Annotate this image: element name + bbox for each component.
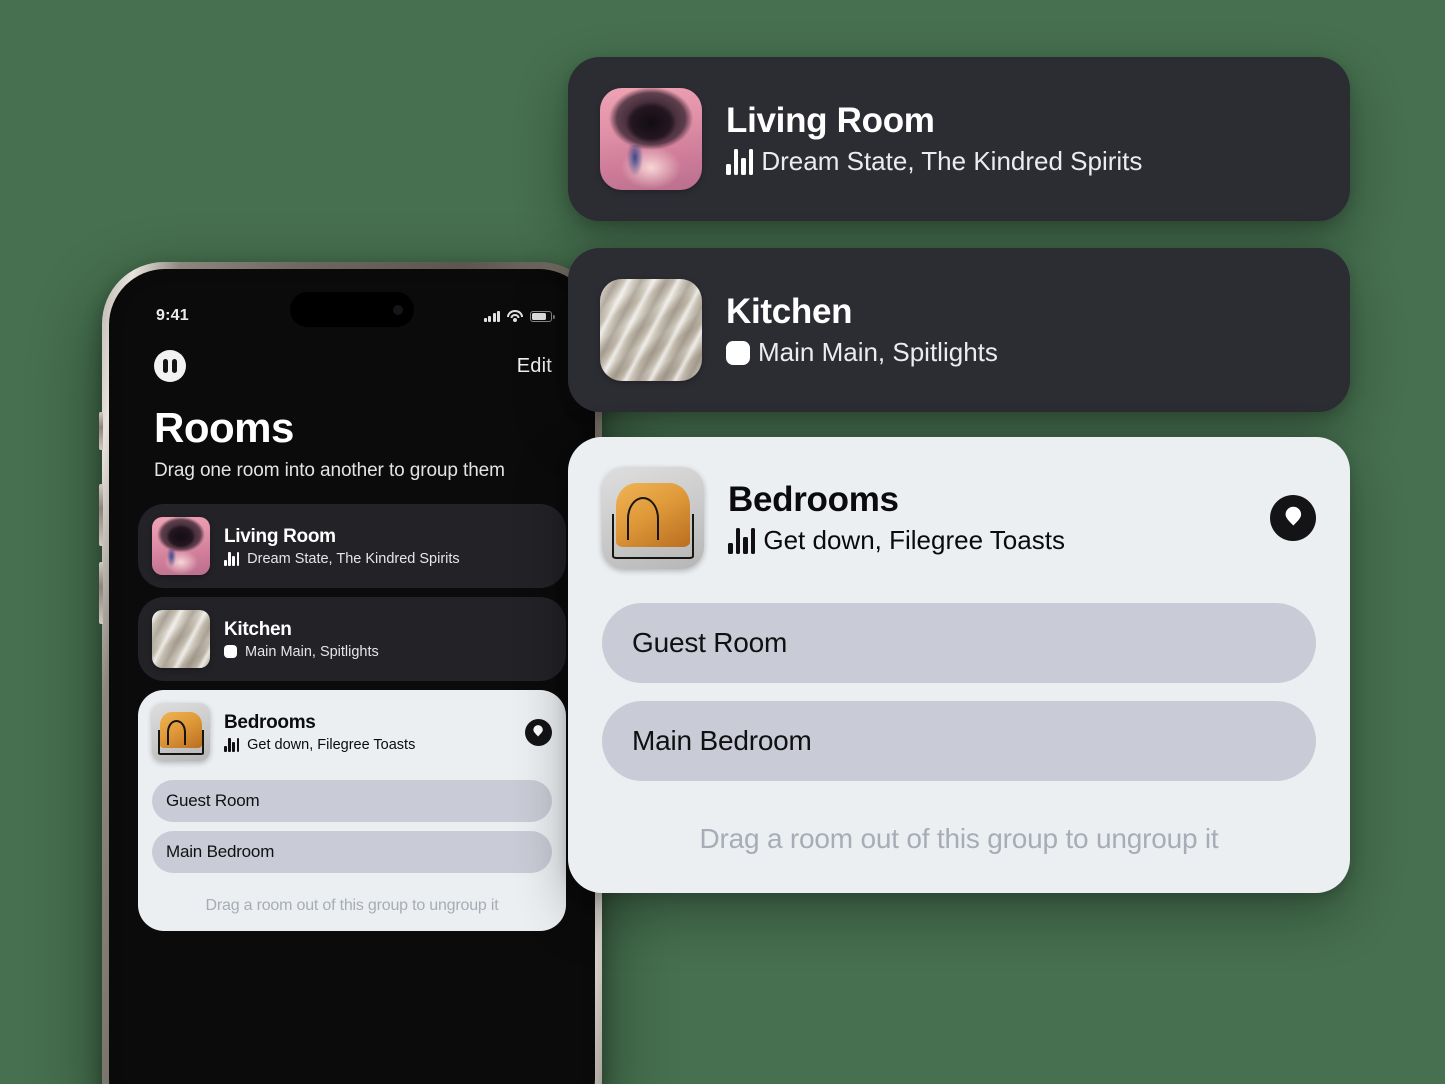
squircle-icon [726, 340, 750, 365]
room-card-text: Kitchen Main Main, Spitlights [224, 619, 552, 660]
phone-volume-up-button[interactable] [99, 484, 103, 546]
sonos-logo-icon[interactable] [154, 350, 186, 382]
toast-rack-shape [157, 720, 205, 756]
equalizer-icon [224, 737, 240, 752]
now-playing-text: Get down, Filegree Toasts [763, 525, 1065, 555]
album-art-kitchen [600, 279, 702, 381]
album-art-bedrooms [152, 703, 210, 761]
toast-rack-shape [612, 496, 694, 559]
group-member-label: Guest Room [632, 627, 788, 658]
phone-frame: 9:41 Edit Rooms Drag one room into anoth… [99, 262, 605, 1084]
page-title: Rooms [154, 404, 294, 451]
app-navigation-bar: Edit [122, 336, 582, 382]
room-name: Bedrooms [728, 480, 899, 519]
detail-card-living-room[interactable]: Living Room Dream State, The Kindred Spi… [568, 57, 1350, 221]
detail-card-kitchen[interactable]: Kitchen Main Main, Spitlights [568, 248, 1350, 412]
equalizer-icon [224, 551, 240, 566]
page-subtitle: Drag one room into another to group them [154, 460, 505, 481]
now-playing-row: Get down, Filegree Toasts [728, 525, 1246, 556]
cellular-signal-icon [483, 310, 500, 322]
group-member-list: Guest Room Main Bedroom [152, 780, 552, 873]
room-name: Living Room [726, 101, 935, 140]
room-card-text: Living Room Dream State, The Kindred Spi… [726, 101, 1318, 177]
status-time: 9:41 [156, 307, 189, 324]
status-indicators [483, 310, 555, 322]
room-list: Living Room Dream State, The Kindred Spi… [122, 482, 582, 931]
room-card-header: Living Room Dream State, The Kindred Spi… [152, 517, 552, 575]
now-playing-row: Main Main, Spitlights [224, 644, 552, 660]
room-name: Bedrooms [224, 711, 316, 733]
album-art-living-room [600, 88, 702, 190]
room-name: Living Room [224, 525, 336, 547]
now-playing-row: Dream State, The Kindred Spirits [224, 551, 552, 567]
album-art-living-room [152, 517, 210, 575]
room-card-header: Bedrooms Get down, Filegree Toasts [602, 467, 1316, 569]
room-card-header: Bedrooms Get down, Filegree Toasts [152, 703, 552, 761]
group-member-label: Main Bedroom [166, 842, 275, 861]
group-member-label: Main Bedroom [632, 725, 812, 756]
phone-volume-down-button[interactable] [99, 562, 103, 624]
room-card-text: Kitchen Main Main, Spitlights [726, 292, 1318, 368]
group-ungroup-hint: Drag a room out of this group to ungroup… [699, 823, 1219, 854]
now-playing-row: Get down, Filegree Toasts [224, 737, 511, 753]
now-playing-row: Main Main, Spitlights [726, 337, 1318, 368]
room-card-text: Bedrooms Get down, Filegree Toasts [728, 480, 1246, 556]
group-member-list: Guest Room Main Bedroom [602, 603, 1316, 781]
room-card-header: Living Room Dream State, The Kindred Spi… [600, 88, 1318, 190]
dynamic-island [290, 292, 414, 327]
phone-mockup: 9:41 Edit Rooms Drag one room into anoth… [99, 262, 605, 1084]
battery-icon [530, 310, 555, 322]
list-item[interactable]: Guest Room [152, 780, 552, 822]
front-camera-icon [393, 304, 403, 315]
room-name: Kitchen [726, 292, 853, 331]
phone-action-button[interactable] [99, 412, 103, 450]
now-playing-text: Dream State, The Kindred Spirits [247, 550, 460, 567]
equalizer-icon [726, 148, 754, 175]
phone-bezel: 9:41 Edit Rooms Drag one room into anoth… [109, 269, 595, 1084]
group-ungroup-hint: Drag a room out of this group to ungroup… [205, 897, 499, 914]
edit-button[interactable]: Edit [517, 355, 552, 378]
status-bar: 9:41 [122, 282, 582, 336]
list-item[interactable]: Main Bedroom [152, 831, 552, 873]
now-playing-text: Main Main, Spitlights [245, 643, 379, 660]
wifi-icon [507, 310, 523, 322]
equalizer-icon [728, 527, 756, 554]
detail-card-bedrooms-group[interactable]: Bedrooms Get down, Filegree Toasts Guest… [568, 437, 1350, 893]
room-card-header: Kitchen Main Main, Spitlights [600, 279, 1318, 381]
album-art-bedrooms [602, 467, 704, 569]
droplet-badge-icon[interactable] [1270, 495, 1316, 541]
squircle-icon [224, 645, 237, 658]
phone-screen: 9:41 Edit Rooms Drag one room into anoth… [122, 282, 582, 1084]
room-name: Kitchen [224, 618, 292, 640]
list-item[interactable]: Guest Room [602, 603, 1316, 683]
now-playing-text: Get down, Filegree Toasts [247, 736, 416, 753]
now-playing-text: Main Main, Spitlights [758, 337, 998, 367]
room-card-living-room[interactable]: Living Room Dream State, The Kindred Spi… [138, 504, 566, 588]
now-playing-row: Dream State, The Kindred Spirits [726, 146, 1318, 177]
room-card-text: Bedrooms Get down, Filegree Toasts [224, 712, 511, 753]
group-member-label: Guest Room [166, 791, 260, 810]
room-group-card-bedrooms[interactable]: Bedrooms Get down, Filegree Toasts Guest… [138, 690, 566, 931]
album-art-kitchen [152, 610, 210, 668]
now-playing-text: Dream State, The Kindred Spirits [761, 146, 1143, 176]
room-card-text: Living Room Dream State, The Kindred Spi… [224, 526, 552, 567]
room-card-header: Kitchen Main Main, Spitlights [152, 610, 552, 668]
room-card-kitchen[interactable]: Kitchen Main Main, Spitlights [138, 597, 566, 681]
list-item[interactable]: Main Bedroom [602, 701, 1316, 781]
droplet-badge-icon[interactable] [525, 718, 552, 746]
